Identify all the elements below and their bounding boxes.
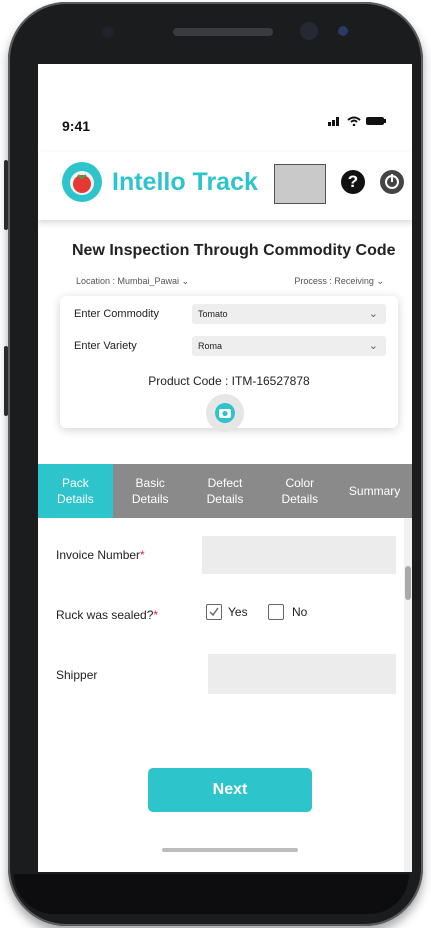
help-icon[interactable]: ? [341,170,365,194]
front-camera [300,22,318,40]
chevron-down-icon: ⌄ [368,340,378,352]
image-placeholder [274,164,326,204]
speaker-grille [173,28,273,36]
location-dropdown[interactable]: Location : Mumbai_Pawai ⌄ [76,276,189,287]
variety-select[interactable]: Roma ⌄ [192,336,386,356]
app-title: Intello Track [112,168,258,196]
pack-details-panel: Invoice Number* Ruck was sealed?* Yes No… [38,518,412,872]
chevron-down-icon: ⌄ [368,308,378,320]
scrollbar-thumb[interactable] [405,566,411,600]
checkmark-icon [209,607,219,617]
commodity-select[interactable]: Tomato ⌄ [192,304,386,324]
tab-basic-details[interactable]: Basic Details [113,464,188,518]
tab-label: Details [206,492,244,506]
scrollbar[interactable] [404,518,412,872]
power-icon[interactable] [380,170,404,194]
tab-label: Color [285,476,315,490]
tab-label: Details [57,492,94,506]
tab-color-details[interactable]: Color Details [262,464,337,518]
screen: 9:41 Intello Track ? New Inspection Thro… [38,64,412,872]
sealed-label-text: Ruck was sealed? [56,608,154,622]
status-time: 9:41 [62,118,91,134]
volume-up-button [4,160,8,230]
front-sensor [102,26,114,38]
location-label: Location : Mumbai_Pawai [76,276,180,286]
tab-pack-details[interactable]: Pack Details [38,464,113,518]
invoice-label-text: Invoice Number [56,548,141,562]
tab-label: Defect [207,476,243,490]
home-indicator[interactable] [162,848,298,852]
variety-label: Enter Variety [74,340,137,352]
shipper-label: Shipper [56,668,98,682]
required-mark: * [140,548,145,562]
wifi-icon [347,116,361,126]
next-button[interactable]: Next [148,768,312,812]
variety-value: Roma [198,341,223,351]
proximity-sensor [338,26,348,36]
status-icons [328,116,386,126]
tab-bar: Pack Details Basic Details Defect Details C… [38,464,412,518]
sealed-yes-label: Yes [228,605,248,619]
page-title: New Inspection Through Commodity Code [72,242,396,259]
signal-icon [328,117,339,126]
shipper-input[interactable] [208,654,396,694]
sealed-yes-checkbox[interactable] [206,604,222,620]
tab-label: Basic [135,476,165,490]
tomato-icon [70,171,94,195]
camera-button[interactable] [206,394,244,432]
camera-icon [215,403,235,423]
commodity-value: Tomato [198,309,228,319]
tab-label: Details [281,492,319,506]
tab-label: Pack [62,476,89,490]
battery-icon [366,117,386,125]
tab-label: Summary [348,484,401,498]
chevron-down-icon: ⌄ [376,276,384,286]
phone-frame: 9:41 Intello Track ? New Inspection Thro… [8,2,423,926]
process-dropdown[interactable]: Process : Receiving ⌄ [294,276,384,287]
phone-bottom-bezel [14,874,409,914]
app-header: Intello Track ? [38,152,412,220]
invoice-number-input[interactable] [202,536,396,574]
product-code: Product Code : ITM-16527878 [148,374,310,388]
process-label: Process : Receiving [294,276,374,286]
sealed-no-checkbox[interactable] [268,604,284,620]
sealed-label: Ruck was sealed?* [56,608,158,622]
tab-summary[interactable]: Summary [337,464,412,518]
invoice-label: Invoice Number* [56,548,145,562]
chevron-down-icon: ⌄ [181,276,190,286]
volume-down-button [4,346,8,416]
tab-defect-details[interactable]: Defect Details [188,464,263,518]
commodity-label: Enter Commodity [74,308,159,320]
required-mark: * [153,608,159,622]
tab-label: Details [131,492,169,506]
sealed-no-label: No [292,605,308,619]
app-logo [62,162,102,202]
